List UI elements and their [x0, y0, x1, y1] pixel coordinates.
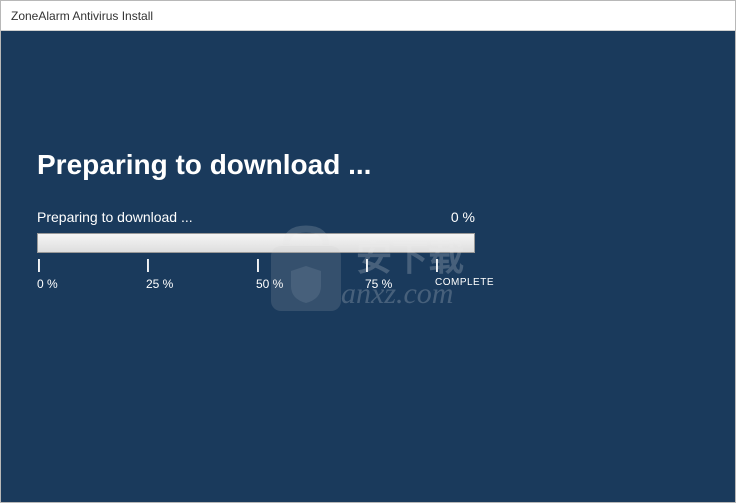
- page-heading: Preparing to download ...: [37, 149, 371, 181]
- tick-label-25: 25 %: [146, 277, 173, 291]
- tick-50: | 50 %: [256, 257, 283, 291]
- percent-text: 0 %: [451, 209, 475, 225]
- tick-75: | 75 %: [365, 257, 392, 291]
- tick-label-50: 50 %: [256, 277, 283, 291]
- tick-mark: |: [365, 257, 392, 271]
- installer-window: ZoneAlarm Antivirus Install Preparing to…: [0, 0, 736, 503]
- tick-label-0: 0 %: [37, 277, 58, 291]
- status-text: Preparing to download ...: [37, 209, 193, 225]
- tick-mark: |: [146, 257, 173, 271]
- tick-mark: |: [256, 257, 283, 271]
- window-title: ZoneAlarm Antivirus Install: [11, 9, 153, 23]
- tick-label-75: 75 %: [365, 277, 392, 291]
- status-row: Preparing to download ... 0 %: [37, 209, 475, 225]
- tick-label-complete: COMPLETE: [435, 277, 494, 288]
- installer-content: Preparing to download ... Preparing to d…: [1, 31, 735, 502]
- progress-bar: [37, 233, 475, 253]
- tick-mark: |: [435, 257, 494, 271]
- tick-complete: | COMPLETE: [435, 257, 494, 288]
- tick-mark: |: [37, 257, 58, 271]
- window-titlebar[interactable]: ZoneAlarm Antivirus Install: [1, 1, 735, 31]
- tick-25: | 25 %: [146, 257, 173, 291]
- progress-ticks: | 0 % | 25 % | 50 % | 75 % | COMPLETE: [37, 257, 475, 297]
- tick-0: | 0 %: [37, 257, 58, 291]
